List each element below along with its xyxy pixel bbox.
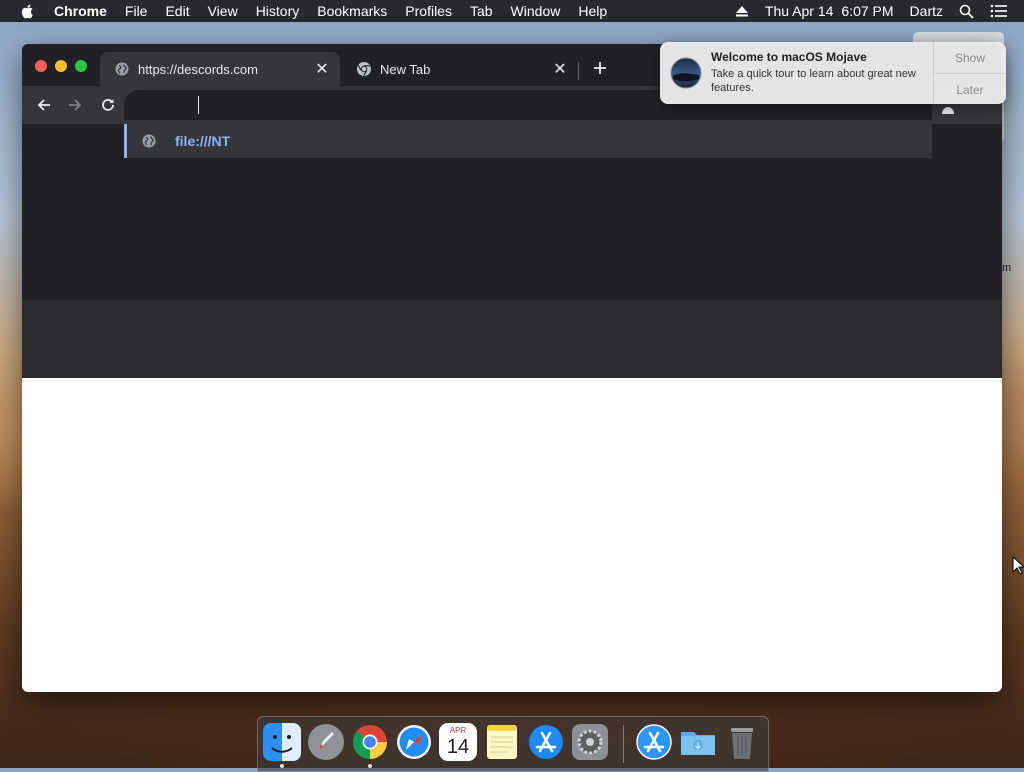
tab-title: New Tab (380, 61, 431, 77)
menu-clock-date[interactable]: Thu Apr 14 (765, 3, 834, 19)
globe-icon (114, 61, 130, 77)
menu-bar: Chrome File Edit View History Bookmarks … (0, 0, 1024, 22)
page-header-band (22, 300, 1002, 378)
launchpad-icon[interactable] (307, 723, 345, 761)
notification-body: Take a quick tour to learn about great n… (711, 68, 916, 94)
mouse-pointer-icon (1012, 555, 1024, 576)
macos-notification[interactable]: Welcome to macOS Mojave Take a quick tou… (660, 42, 1006, 104)
running-indicator (368, 764, 372, 768)
app-store-icon[interactable] (527, 723, 565, 761)
suggestion-url: file:///NT (175, 133, 231, 149)
window-zoom-button[interactable] (75, 60, 87, 72)
menu-clock-time[interactable]: 6:07 PM (841, 3, 893, 19)
notes-icon[interactable] (483, 723, 521, 761)
safari-icon[interactable] (395, 723, 433, 761)
notification-later-button[interactable]: Later (934, 74, 1006, 104)
menu-window[interactable]: Window (511, 3, 561, 19)
dock-separator (623, 725, 624, 763)
notification-title: Welcome to macOS Mojave (711, 50, 867, 64)
finder-icon[interactable] (263, 723, 301, 761)
menu-view[interactable]: View (208, 3, 238, 19)
calendar-day: 14 (446, 736, 470, 758)
globe-icon (141, 133, 157, 149)
new-tab-plus-icon[interactable] (590, 58, 610, 78)
back-arrow-icon[interactable] (35, 96, 53, 114)
tab-separator (578, 62, 579, 80)
tab-descords[interactable]: https://descords.com ✕ (100, 52, 340, 86)
window-close-button[interactable] (35, 60, 47, 72)
notification-actions: Show Later (933, 42, 1006, 104)
menu-history[interactable]: History (256, 3, 300, 19)
tab-title: https://descords.com (138, 61, 258, 77)
app-store-downloads-icon[interactable] (635, 723, 673, 761)
window-minimize-button[interactable] (55, 60, 67, 72)
calendar-icon[interactable]: APR 14 (439, 723, 477, 761)
eject-icon[interactable] (735, 5, 749, 17)
notification-center-icon[interactable] (990, 4, 1008, 18)
system-preferences-icon[interactable] (571, 723, 609, 761)
menu-user-name[interactable]: Dartz (910, 3, 943, 19)
trash-icon[interactable] (723, 723, 761, 761)
menu-chrome[interactable]: Chrome (54, 3, 107, 19)
spotlight-search-icon[interactable] (959, 4, 974, 19)
calendar-month: APR (449, 726, 467, 735)
forward-arrow-icon[interactable] (66, 96, 84, 114)
apple-icon[interactable] (20, 3, 36, 19)
mojave-logo-icon (670, 57, 702, 89)
menu-edit[interactable]: Edit (165, 3, 189, 19)
chrome-window: https://descords.com ✕ New Tab ✕ file://… (22, 44, 1002, 692)
menu-bookmarks[interactable]: Bookmarks (317, 3, 387, 19)
running-indicator (280, 764, 284, 768)
chrome-app-icon[interactable] (351, 723, 389, 761)
menu-profiles[interactable]: Profiles (405, 3, 452, 19)
menu-help[interactable]: Help (578, 3, 607, 19)
downloads-folder-icon[interactable] (679, 723, 717, 761)
menu-file[interactable]: File (125, 3, 148, 19)
dock: APR 14 (257, 716, 769, 772)
tab-close-icon[interactable]: ✕ (314, 61, 330, 78)
tab-close-icon[interactable]: ✕ (552, 61, 568, 78)
omnibox-suggestion[interactable]: file:///NT (124, 124, 932, 158)
text-caret (198, 96, 199, 114)
background-window-text: m (1002, 262, 1012, 274)
reload-icon[interactable] (99, 96, 117, 114)
menu-tab[interactable]: Tab (470, 3, 493, 19)
chrome-icon (356, 61, 372, 77)
tab-new-tab[interactable]: New Tab ✕ (342, 52, 578, 86)
notification-show-button[interactable]: Show (934, 42, 1006, 74)
